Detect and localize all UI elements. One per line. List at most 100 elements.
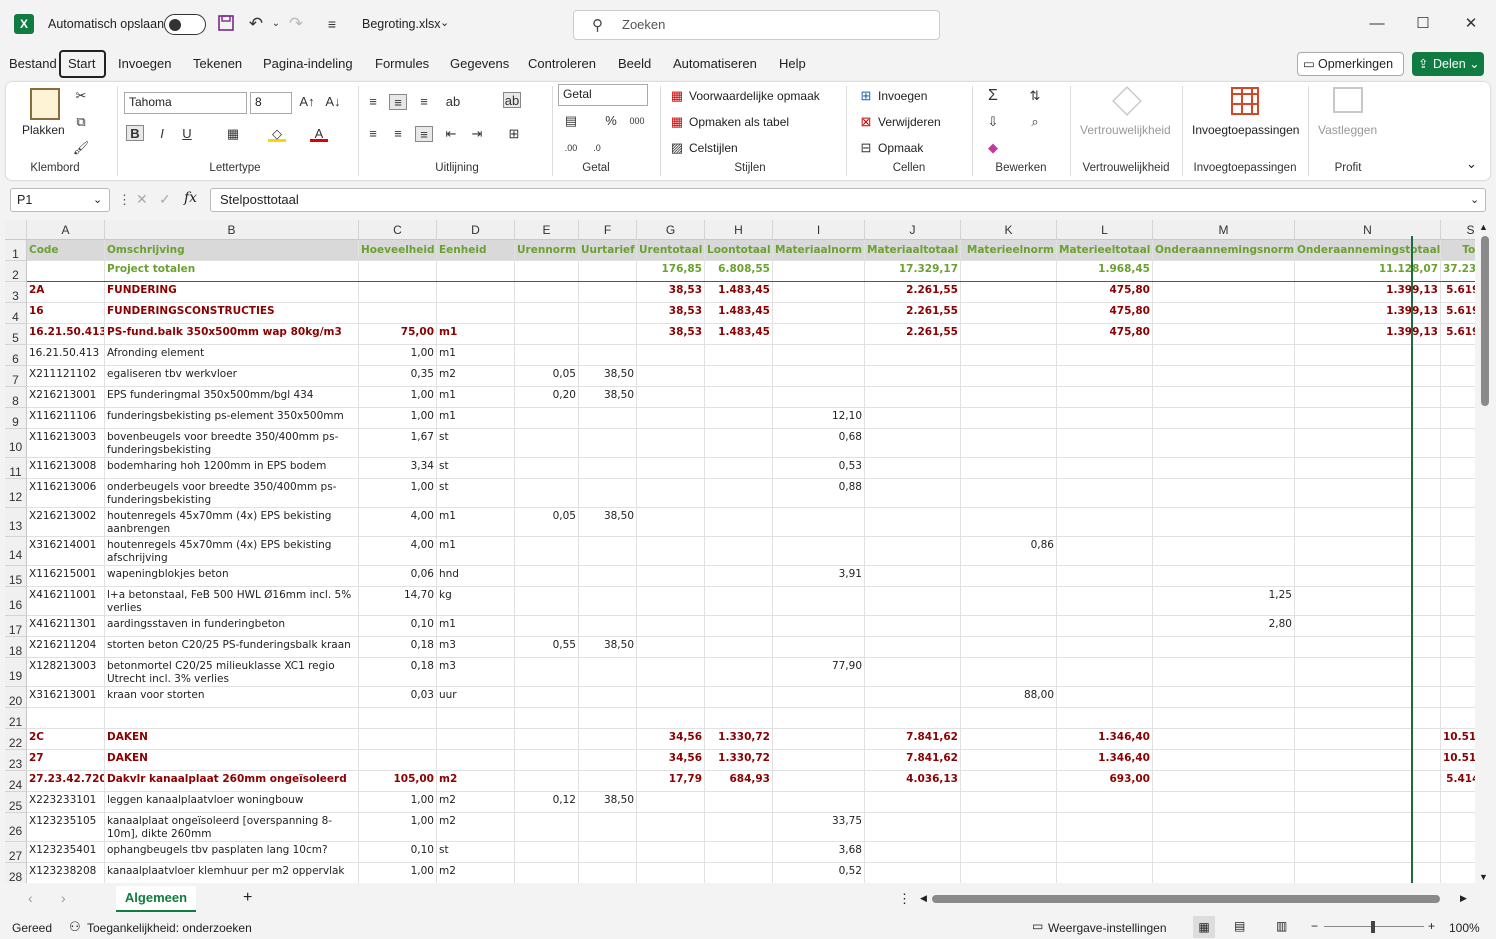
cell[interactable] [1057, 687, 1153, 708]
cell[interactable]: st [437, 458, 515, 479]
cell[interactable] [1153, 750, 1295, 771]
cell[interactable]: Onderaannemingstotaal [1295, 240, 1441, 261]
cell[interactable]: 475,80 [1057, 282, 1153, 303]
cell[interactable] [1057, 366, 1153, 387]
cell[interactable]: 7.841,62 [865, 750, 961, 771]
cell[interactable]: 1.483,45 [705, 303, 773, 324]
percent-icon[interactable]: % [602, 113, 620, 129]
cell[interactable]: st [437, 429, 515, 458]
cell[interactable]: Materiaalnorm [773, 240, 865, 261]
cell[interactable]: 0,18 [359, 637, 437, 658]
next-sheet-icon[interactable]: › [61, 890, 66, 906]
cell[interactable]: 1.399,13 [1295, 303, 1441, 324]
cell[interactable]: EPS funderingmal 350x500mm/bgl 434 [105, 387, 359, 408]
cell[interactable]: Eenheid [437, 240, 515, 261]
cell[interactable]: 38,50 [579, 366, 637, 387]
cell[interactable]: kanaalplaat ongeïsoleerd [overspanning 8… [105, 813, 359, 842]
cell[interactable] [705, 345, 773, 366]
cell[interactable]: kraan voor storten [105, 687, 359, 708]
customize-toolbar-icon[interactable]: ≡ [322, 14, 342, 34]
cell[interactable]: 1,00 [359, 387, 437, 408]
cell[interactable]: 0,55 [515, 637, 579, 658]
cell[interactable]: X128213003 [27, 658, 105, 687]
cell[interactable] [579, 303, 637, 324]
cell[interactable]: 38,50 [579, 387, 637, 408]
cell[interactable]: bovenbeugels voor breedte 350/400mm ps-f… [105, 429, 359, 458]
cell[interactable]: 4.036,13 [865, 771, 961, 792]
cell[interactable] [1295, 813, 1441, 842]
cell[interactable] [579, 658, 637, 687]
cell[interactable]: 0,53 [773, 458, 865, 479]
cell[interactable] [1295, 792, 1441, 813]
cell[interactable] [637, 687, 705, 708]
scroll-down-icon[interactable]: ▼ [1479, 872, 1488, 882]
cell[interactable] [865, 366, 961, 387]
cell[interactable]: 1.399,13 [1295, 282, 1441, 303]
cell[interactable] [1295, 771, 1441, 792]
cell[interactable] [865, 429, 961, 458]
cell[interactable]: X316213001 [27, 687, 105, 708]
cell[interactable] [579, 408, 637, 429]
cell-styles-button[interactable]: Celstijlen [689, 141, 738, 155]
cell[interactable]: kg [437, 587, 515, 616]
cell[interactable] [705, 708, 773, 729]
cell[interactable] [1295, 366, 1441, 387]
cell[interactable] [705, 658, 773, 687]
cell[interactable]: 4,00 [359, 537, 437, 566]
cell[interactable] [1153, 537, 1295, 566]
cell[interactable]: Materiaaltotaal [865, 240, 961, 261]
cell[interactable] [1441, 842, 1475, 863]
cell[interactable]: X123238208 [27, 863, 105, 883]
row-header[interactable]: 24 [5, 771, 27, 792]
row-header[interactable]: 11 [5, 458, 27, 479]
cell[interactable]: houtenregels 45x70mm (4x) EPS bekisting … [105, 537, 359, 566]
cell[interactable] [773, 324, 865, 345]
cell[interactable] [579, 537, 637, 566]
row-header[interactable]: 26 [5, 813, 27, 842]
cell[interactable] [705, 813, 773, 842]
cell[interactable]: 0,68 [773, 429, 865, 458]
clear-icon[interactable]: ◆ [984, 140, 1002, 156]
cell[interactable]: 0,18 [359, 658, 437, 687]
column-header[interactable]: S [1441, 220, 1475, 240]
cell-styles-icon[interactable]: ▨ [668, 140, 686, 156]
cell[interactable]: hnd [437, 566, 515, 587]
cell[interactable]: 38,50 [579, 637, 637, 658]
scroll-left-icon[interactable]: ◀ [920, 893, 927, 904]
find-icon[interactable]: ⌕ [1026, 114, 1044, 130]
cell[interactable] [961, 261, 1057, 282]
cell[interactable] [515, 429, 579, 458]
page-layout-view-icon[interactable]: ▤ [1234, 919, 1245, 933]
cell[interactable]: 1.399,13 [1295, 324, 1441, 345]
cell[interactable] [773, 366, 865, 387]
cell[interactable] [1057, 566, 1153, 587]
cell[interactable] [1295, 537, 1441, 566]
cell[interactable] [437, 750, 515, 771]
minimize-icon[interactable]: — [1362, 12, 1392, 36]
cell[interactable] [1441, 813, 1475, 842]
cell[interactable] [1153, 458, 1295, 479]
cell[interactable] [705, 792, 773, 813]
row-header[interactable]: 10 [5, 429, 27, 458]
row-header[interactable]: 22 [5, 729, 27, 750]
cell[interactable] [1153, 792, 1295, 813]
cell[interactable]: DAKEN [105, 729, 359, 750]
cell[interactable]: Materieeltotaal [1057, 240, 1153, 261]
cell[interactable]: Uurtarief [579, 240, 637, 261]
cell[interactable]: 2.261,55 [865, 324, 961, 345]
align-left-icon[interactable]: ≡ [364, 126, 382, 142]
tab-start[interactable]: Start [66, 56, 97, 72]
cell[interactable] [1441, 792, 1475, 813]
cell[interactable] [437, 303, 515, 324]
cell[interactable]: st [437, 479, 515, 508]
tab-automatiseren[interactable]: Automatiseren [671, 56, 759, 72]
cell[interactable] [515, 324, 579, 345]
cell[interactable] [579, 345, 637, 366]
currency-icon[interactable]: ▤ [562, 113, 580, 129]
row-header[interactable]: 2 [5, 261, 27, 282]
cell[interactable] [1153, 508, 1295, 537]
cell[interactable] [961, 303, 1057, 324]
cell[interactable]: 16.21.50.413 [27, 324, 105, 345]
cell[interactable] [961, 616, 1057, 637]
cell[interactable] [865, 508, 961, 537]
